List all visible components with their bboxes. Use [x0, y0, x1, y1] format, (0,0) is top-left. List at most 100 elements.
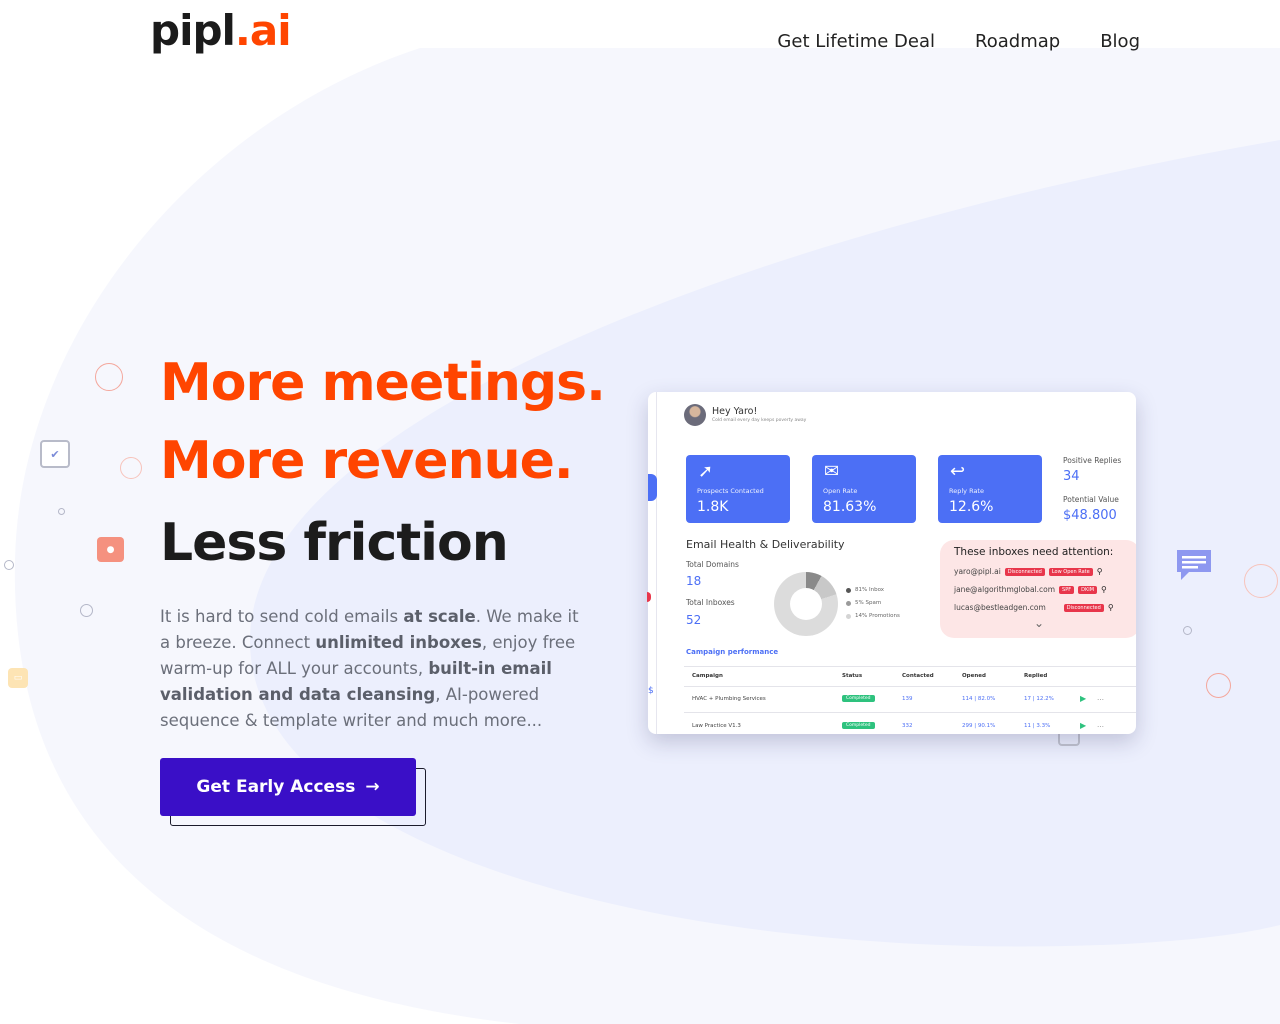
more-icon[interactable]: …	[1097, 721, 1104, 729]
decor-dot: $	[648, 686, 654, 696]
replied-value: 17 | 12.2%	[1024, 696, 1054, 702]
hero: More meetings. More revenue. Less fricti…	[160, 344, 606, 734]
legend-label: 14% Promotions	[855, 613, 900, 619]
greeting: Hey Yaro!	[712, 406, 758, 417]
status-badge: Disconnected	[1004, 567, 1045, 576]
get-early-access-button[interactable]: Get Early Access →	[160, 758, 416, 816]
total-inboxes-value: 52	[686, 613, 702, 627]
inbox-email: yaro@pipl.ai	[954, 567, 1001, 576]
paper-plane-icon: ➚	[698, 461, 714, 482]
legend-label: 5% Spam	[855, 600, 882, 606]
desc-bold: unlimited inboxes	[315, 633, 482, 652]
col-contacted: Contacted	[902, 673, 934, 679]
email-health-title: Email Health & Deliverability	[686, 538, 845, 551]
col-campaign: Campaign	[692, 673, 723, 679]
legend-item: 81% Inbox	[846, 587, 884, 593]
status-badge: Disconnected	[1063, 603, 1104, 612]
campaign-name[interactable]: HVAC + Plumbing Services	[692, 696, 766, 702]
stat-value: 12.6%	[949, 499, 994, 515]
legend-item: 14% Promotions	[846, 613, 900, 619]
status-badge: Low Open Rate	[1048, 567, 1093, 576]
positive-replies-value: 34	[1063, 469, 1080, 484]
opened-value: 299 | 90.1%	[962, 723, 996, 729]
decor-circle	[1206, 673, 1231, 698]
decor-circle	[4, 560, 14, 570]
campaign-performance-title: Campaign performance	[686, 648, 779, 656]
positive-replies-label: Positive Replies	[1063, 456, 1122, 465]
col-status: Status	[842, 673, 863, 679]
logo[interactable]: pipl.ai	[150, 6, 292, 55]
greeting-subtitle: Cold email every day keeps poverty away	[712, 418, 807, 423]
envelope-open-icon: ✉	[824, 461, 840, 482]
play-icon[interactable]: ▶	[1080, 694, 1086, 703]
link-icon[interactable]: ⚲	[1108, 603, 1114, 612]
status-badge: Completed	[842, 695, 875, 702]
deliverability-donut	[774, 572, 838, 636]
stat-value: 1.8K	[697, 499, 729, 515]
total-domains-value: 18	[686, 574, 702, 588]
col-opened: Opened	[962, 673, 986, 679]
stat-label: Reply Rate	[949, 487, 984, 495]
attention-title: These inboxes need attention:	[954, 546, 1114, 558]
nav-link-blog[interactable]: Blog	[1100, 31, 1140, 52]
decor-tab	[648, 474, 657, 501]
desc-bold: at scale	[403, 607, 476, 626]
table-divider	[684, 686, 1136, 687]
more-icon[interactable]: …	[1097, 694, 1104, 702]
chat-bubble-icon	[1177, 550, 1211, 580]
contacted-value: 139	[902, 696, 913, 702]
logo-accent: .ai	[234, 6, 292, 55]
reply-icon: ↩	[950, 461, 966, 482]
logo-main: pipl	[150, 6, 236, 55]
desc-text: It is hard to send cold emails	[160, 607, 404, 626]
play-icon[interactable]: ▶	[1080, 721, 1086, 730]
stat-card-prospects: ➚ Prospects Contacted 1.8K	[686, 455, 790, 523]
decor-circle	[95, 363, 123, 391]
campaign-name[interactable]: Law Practice V1.3	[692, 723, 741, 729]
decor-circle	[120, 457, 142, 479]
attention-panel: These inboxes need attention: yaro@pipl.…	[940, 540, 1136, 638]
nav-link-lifetime-deal[interactable]: Get Lifetime Deal	[777, 31, 935, 52]
col-replied: Replied	[1024, 673, 1048, 679]
status-badge: Completed	[842, 722, 875, 729]
inbox-email: lucas@bestleadgen.com	[954, 603, 1046, 612]
link-icon[interactable]: ⚲	[1101, 585, 1107, 594]
inbox-email: jane@algorithmglobal.com	[954, 585, 1056, 594]
arrow-right-icon: →	[365, 777, 380, 797]
total-inboxes-label: Total Inboxes	[686, 598, 735, 607]
mail-icon: ▭	[8, 668, 28, 688]
contacted-value: 332	[902, 723, 913, 729]
chevron-down-icon[interactable]: ⌄	[1034, 616, 1044, 630]
status-badge: SPF	[1059, 585, 1075, 594]
check-icon: ✔	[40, 440, 70, 468]
link-icon[interactable]: ⚲	[1097, 567, 1103, 576]
status-badge: DKIM	[1078, 585, 1098, 594]
attention-row[interactable]: lucas@bestleadgen.com Disconnected ⚲	[954, 603, 1114, 612]
cta-wrapper: Get Early Access →	[160, 758, 426, 828]
stat-label: Open Rate	[823, 487, 858, 495]
top-nav: Get Lifetime Deal Roadmap Blog	[777, 31, 1140, 52]
hero-description: It is hard to send cold emails at scale.…	[160, 604, 590, 734]
headline-friction: Less friction	[160, 513, 509, 573]
stat-value: 81.63%	[823, 499, 877, 515]
potential-value-value: $48.800	[1063, 508, 1117, 523]
decor-circle	[58, 508, 65, 515]
calendar-icon: ●	[97, 537, 124, 562]
attention-row[interactable]: yaro@pipl.ai Disconnected Low Open Rate …	[954, 567, 1103, 576]
replied-value: 11 | 3.3%	[1024, 723, 1051, 729]
stat-label: Prospects Contacted	[697, 487, 764, 495]
avatar	[684, 404, 706, 426]
legend-item: 5% Spam	[846, 600, 881, 606]
table-divider	[684, 712, 1136, 713]
stat-card-open-rate: ✉ Open Rate 81.63%	[812, 455, 916, 523]
nav-link-roadmap[interactable]: Roadmap	[975, 31, 1060, 52]
total-domains-label: Total Domains	[686, 560, 739, 569]
cta-label: Get Early Access	[196, 777, 356, 797]
attention-row[interactable]: jane@algorithmglobal.com SPF DKIM ⚲	[954, 585, 1107, 594]
table-divider	[684, 666, 1136, 667]
decor-circle	[1244, 564, 1278, 598]
potential-value-label: Potential Value	[1063, 495, 1119, 504]
dashboard-preview: Hey Yaro! Cold email every day keeps pov…	[648, 392, 1136, 734]
sidebar-edge	[656, 392, 657, 734]
headline-meetings: More meetings.	[160, 353, 606, 413]
